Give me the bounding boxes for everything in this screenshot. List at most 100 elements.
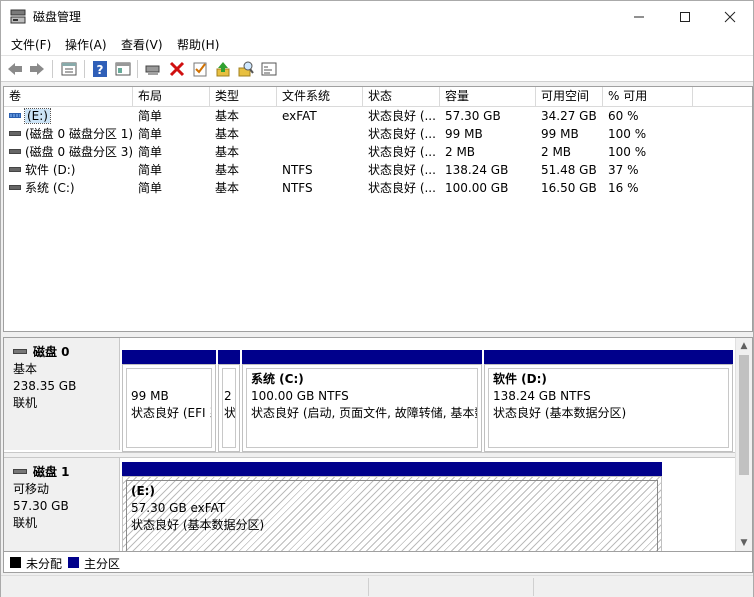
disk-name: 磁盘 0 (33, 345, 70, 359)
toolbar: ? (1, 55, 753, 82)
disk-kind: 基本 (13, 362, 38, 376)
column-header-layout[interactable]: 布局 (133, 87, 210, 107)
volume-percent-free: 37 % (608, 163, 639, 177)
table-row[interactable]: (磁盘 0 磁盘分区 1) 简单 基本 状态良好 (... 99 MB 99 M… (4, 125, 752, 143)
status-separator (368, 578, 369, 596)
partition-status: 状态良好 (EFI 系 (131, 406, 211, 420)
legend-swatch-unallocated (10, 557, 21, 568)
disk-kind: 可移动 (13, 482, 50, 496)
disk-icon (13, 468, 27, 474)
volume-percent-free: 100 % (608, 127, 647, 141)
console-icon[interactable] (260, 60, 278, 78)
legend-swatch-primary (68, 557, 79, 568)
scroll-down-icon[interactable]: ▼ (736, 535, 752, 551)
partition-size: 2 (224, 389, 232, 403)
properties-icon[interactable] (60, 60, 78, 78)
view-icon[interactable] (114, 60, 132, 78)
search-icon[interactable] (237, 60, 255, 78)
partition-system-c[interactable]: 系统 (C:) 100.00 GB NTFS 状态良好 (启动, 页面文件, 故… (242, 350, 482, 452)
forward-icon[interactable] (28, 60, 46, 78)
volume-name: (磁盘 0 磁盘分区 1) (25, 127, 133, 141)
scrollbar-thumb[interactable] (739, 355, 749, 475)
table-row[interactable]: (磁盘 0 磁盘分区 3) 简单 基本 状态良好 (... 2 MB 2 MB … (4, 143, 752, 161)
legend: 未分配 主分区 (3, 552, 753, 573)
table-row[interactable]: 系统 (C:) 简单 基本 NTFS 状态良好 (... 100.00 GB 1… (4, 179, 752, 197)
volume-percent-free: 16 % (608, 181, 639, 195)
disk-size: 57.30 GB (13, 499, 69, 513)
disk-map-scrollbar[interactable]: ▲ ▼ (735, 338, 752, 551)
menu-file[interactable]: 文件(F) (11, 36, 51, 53)
disk-0-info[interactable]: 磁盘 0 基本 238.35 GB 联机 (4, 338, 120, 450)
volume-free-space: 99 MB (541, 127, 579, 141)
volume-percent-free: 100 % (608, 145, 647, 159)
volume-capacity: 138.24 GB (445, 163, 509, 177)
volume-layout: 简单 (138, 181, 163, 195)
volume-status: 状态良好 (... (368, 163, 436, 177)
title-bar: 磁盘管理 (1, 1, 753, 32)
column-header-capacity[interactable]: 容量 (440, 87, 536, 107)
partition-title: 系统 (C:) (251, 372, 304, 386)
partition-software-d[interactable]: 软件 (D:) 138.24 GB NTFS 状态良好 (基本数据分区) (484, 350, 733, 452)
column-header-filesystem[interactable]: 文件系统 (277, 87, 363, 107)
table-row[interactable]: (E:) 简单 基本 exFAT 状态良好 (... 57.30 GB 34.2… (4, 107, 752, 125)
partition-msr[interactable]: 2 状 (218, 350, 240, 452)
volume-capacity: 2 MB (445, 145, 476, 159)
volume-name: 软件 (D:) (25, 163, 76, 177)
status-separator (533, 578, 534, 596)
column-header-free-space[interactable]: 可用空间 (536, 87, 603, 107)
minimize-button[interactable] (616, 1, 662, 32)
volume-list-header: 卷 布局 类型 文件系统 状态 容量 可用空间 % 可用 (4, 87, 752, 107)
disk-map: 磁盘 0 基本 238.35 GB 联机 99 MB 状态良好 (EFI 系 2… (3, 337, 753, 552)
menu-help[interactable]: 帮助(H) (177, 36, 219, 53)
volume-status: 状态良好 (... (368, 127, 436, 141)
back-icon[interactable] (6, 60, 24, 78)
partition-status: 状态良好 (启动, 页面文件, 故障转储, 基本数 (251, 406, 478, 420)
upload-icon[interactable] (214, 60, 232, 78)
volume-icon (9, 185, 21, 190)
scroll-up-icon[interactable]: ▲ (736, 338, 752, 354)
column-header-percent-free[interactable]: % 可用 (603, 87, 693, 107)
partition-e[interactable]: (E:) 57.30 GB exFAT 状态良好 (基本数据分区) (122, 462, 662, 551)
volume-free-space: 51.48 GB (541, 163, 597, 177)
volume-filesystem: NTFS (282, 181, 313, 195)
primary-partition-bar (242, 350, 482, 364)
volume-type: 基本 (215, 145, 240, 159)
partition-size: 99 MB (131, 389, 169, 403)
table-row[interactable]: 软件 (D:) 简单 基本 NTFS 状态良好 (... 138.24 GB 5… (4, 161, 752, 179)
toolbar-separator (52, 60, 53, 78)
close-button[interactable] (707, 1, 753, 32)
connect-icon[interactable] (144, 60, 162, 78)
volume-filesystem: NTFS (282, 163, 313, 177)
volume-filesystem: exFAT (282, 109, 317, 123)
volume-status: 状态良好 (... (368, 181, 436, 195)
delete-icon[interactable] (168, 60, 186, 78)
column-header-status[interactable]: 状态 (363, 87, 440, 107)
partition-status: 状态良好 (基本数据分区) (131, 518, 265, 532)
disk-name: 磁盘 1 (33, 465, 70, 479)
partition-efi[interactable]: 99 MB 状态良好 (EFI 系 (122, 350, 216, 452)
svg-text:?: ? (97, 63, 104, 77)
menu-view[interactable]: 查看(V) (121, 36, 163, 53)
volume-layout: 简单 (138, 145, 163, 159)
partition-status: 状态良好 (基本数据分区) (493, 406, 627, 420)
check-icon[interactable] (191, 60, 209, 78)
volume-capacity: 57.30 GB (445, 109, 501, 123)
column-header-volume[interactable]: 卷 (4, 87, 133, 107)
partition-status: 状 (224, 406, 236, 420)
primary-partition-bar (218, 350, 240, 364)
help-icon[interactable]: ? (91, 60, 109, 78)
maximize-button[interactable] (662, 1, 708, 32)
disk-state: 联机 (13, 516, 38, 530)
volume-icon (9, 113, 21, 118)
window-title: 磁盘管理 (33, 10, 82, 24)
column-header-type[interactable]: 类型 (210, 87, 277, 107)
disk-state: 联机 (13, 396, 38, 410)
disk-size: 238.35 GB (13, 379, 77, 393)
volume-layout: 简单 (138, 109, 163, 123)
primary-partition-bar (122, 462, 662, 476)
disk-management-window: 磁盘管理 文件(F) 操作(A) 查看(V) 帮助(H) ? 卷 布局 类型 文… (0, 0, 754, 597)
toolbar-separator (137, 60, 138, 78)
disk-1-info[interactable]: 磁盘 1 可移动 57.30 GB 联机 (4, 458, 120, 551)
disk-management-icon (10, 9, 26, 24)
menu-action[interactable]: 操作(A) (65, 36, 107, 53)
